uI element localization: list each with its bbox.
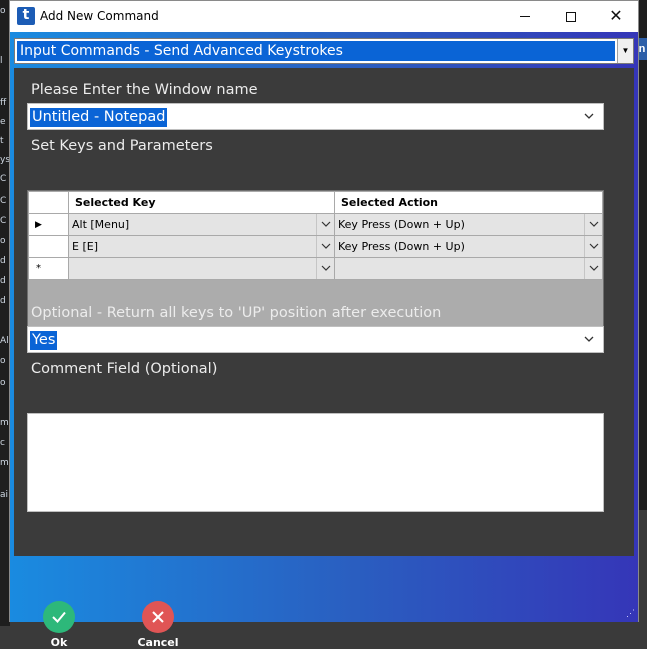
- cell-dropdown-button[interactable]: [584, 258, 602, 279]
- comment-label: Comment Field (Optional): [31, 361, 218, 377]
- minimize-button[interactable]: [502, 1, 548, 32]
- column-header-selected-key[interactable]: Selected Key: [68, 191, 335, 214]
- bg-letter: d: [0, 296, 6, 306]
- selected-key-value: E [E]: [72, 240, 98, 253]
- title-bar[interactable]: t Add New Command ✕: [10, 1, 638, 32]
- bg-letter: ff: [0, 98, 7, 108]
- selected-action-cell[interactable]: [334, 257, 603, 280]
- return-keys-label: Optional - Return all keys to 'UP' posit…: [31, 305, 442, 321]
- window-title: Add New Command: [40, 9, 159, 23]
- bg-letter: d: [0, 256, 6, 266]
- cell-dropdown-button[interactable]: [584, 236, 602, 257]
- window-name-label: Please Enter the Window name: [31, 82, 258, 98]
- table-row-new: *: [28, 257, 603, 280]
- row-header[interactable]: [28, 235, 69, 258]
- window-name-value: Untitled - Notepad: [30, 108, 168, 127]
- bg-letter: ai: [0, 490, 9, 500]
- cell-dropdown-button[interactable]: [316, 236, 334, 257]
- cell-dropdown-button[interactable]: [584, 214, 602, 235]
- chevron-down-icon[interactable]: [582, 109, 596, 123]
- dialog-body: Input Commands - Send Advanced Keystroke…: [10, 32, 638, 649]
- selected-action-cell[interactable]: Key Press (Down + Up): [334, 213, 603, 236]
- cancel-label: Cancel: [137, 636, 179, 649]
- column-header-selected-action[interactable]: Selected Action: [334, 191, 603, 214]
- bg-letter: o: [0, 378, 6, 388]
- ok-button[interactable]: Ok: [29, 601, 89, 649]
- bg-letter: d: [0, 276, 6, 286]
- selected-key-value: Alt [Menu]: [72, 218, 130, 231]
- selected-key-cell[interactable]: E [E]: [68, 235, 335, 258]
- selected-key-cell[interactable]: Alt [Menu]: [68, 213, 335, 236]
- chevron-down-icon: [321, 243, 331, 249]
- maximize-icon: [566, 11, 576, 22]
- resize-grip-icon[interactable]: ⋰: [626, 608, 635, 619]
- selected-action-value: Key Press (Down + Up): [338, 240, 465, 253]
- chevron-down-icon: [589, 265, 599, 271]
- bg-letter: Al: [0, 336, 9, 346]
- close-icon: ✕: [609, 7, 623, 25]
- close-button[interactable]: ✕: [593, 1, 639, 32]
- x-icon: [142, 601, 174, 633]
- bg-letter: C: [0, 216, 7, 226]
- add-command-dialog: t Add New Command ✕ Input Commands - Sen…: [9, 0, 639, 649]
- chevron-down-icon: [589, 243, 599, 249]
- bg-letter: o: [0, 236, 6, 246]
- app-logo-icon: t: [17, 7, 35, 25]
- bg-letter: m: [0, 418, 9, 428]
- cell-dropdown-button[interactable]: [316, 214, 334, 235]
- keys-parameters-label: Set Keys and Parameters: [31, 138, 213, 154]
- return-keys-combo[interactable]: Yes: [27, 326, 604, 353]
- chevron-down-icon: [321, 265, 331, 271]
- selected-action-cell[interactable]: Key Press (Down + Up): [334, 235, 603, 258]
- bg-letter: o: [0, 6, 6, 16]
- bg-letter: m: [0, 458, 9, 468]
- bg-letter: o: [0, 356, 6, 366]
- command-settings-panel: Please Enter the Window name Untitled - …: [14, 68, 634, 556]
- chevron-down-icon: [321, 221, 331, 227]
- bg-letter: e: [0, 117, 6, 127]
- command-type-value: Input Commands - Send Advanced Keystroke…: [17, 41, 615, 61]
- selected-action-value: Key Press (Down + Up): [338, 218, 465, 231]
- chevron-down-icon: [589, 221, 599, 227]
- maximize-button[interactable]: [548, 1, 594, 32]
- command-type-select[interactable]: Input Commands - Send Advanced Keystroke…: [14, 38, 634, 64]
- bg-letter: l: [0, 56, 3, 66]
- chevron-down-icon[interactable]: ▼: [617, 39, 633, 63]
- window-name-combo[interactable]: Untitled - Notepad: [27, 103, 604, 130]
- ok-label: Ok: [50, 636, 68, 649]
- cell-dropdown-button[interactable]: [316, 258, 334, 279]
- row-header[interactable]: *: [28, 257, 69, 280]
- table-row: ▶ Alt [Menu] Key Press (Down + Up): [28, 213, 603, 236]
- selected-key-cell[interactable]: [68, 257, 335, 280]
- bg-letter: C: [0, 196, 7, 206]
- table-row: E [E] Key Press (Down + Up): [28, 235, 603, 258]
- check-icon: [43, 601, 75, 633]
- return-keys-value: Yes: [30, 331, 58, 350]
- minimize-icon: [520, 16, 530, 17]
- bg-letter: c: [0, 438, 5, 448]
- comment-textarea[interactable]: [27, 413, 604, 512]
- bg-letter: t: [0, 136, 4, 146]
- row-header[interactable]: ▶: [28, 213, 69, 236]
- chevron-down-icon[interactable]: [582, 332, 596, 346]
- bg-letter: C: [0, 174, 7, 184]
- cancel-button[interactable]: Cancel: [128, 601, 188, 649]
- grid-corner-header: [28, 191, 69, 214]
